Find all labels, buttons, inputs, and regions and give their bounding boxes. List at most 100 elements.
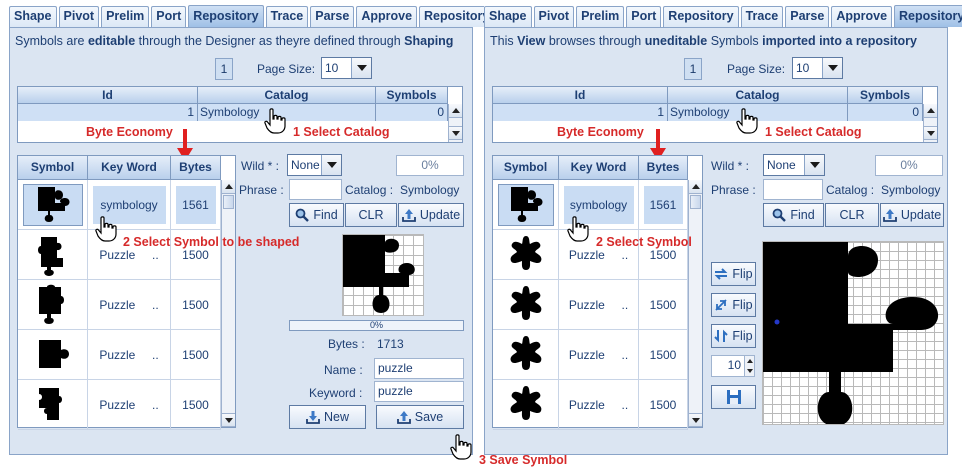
table-row[interactable]: Puzzle .. 1500: [493, 330, 688, 380]
annotation-select-symbol: 2 Select Symbol: [596, 235, 692, 249]
scroll-down-icon[interactable]: [449, 126, 462, 140]
spinner-down-icon[interactable]: [745, 366, 754, 376]
table-row[interactable]: Puzzle .. 1500: [493, 280, 688, 330]
scroll-thumb[interactable]: [223, 195, 234, 209]
col-keyword[interactable]: Key Word: [88, 156, 171, 179]
symbol-scrollbar[interactable]: [688, 180, 702, 427]
table-row[interactable]: 1 Symbology 0: [493, 104, 923, 121]
bytes-text: 1500: [649, 347, 677, 362]
scroll-thumb[interactable]: [690, 195, 701, 209]
save-disk-button[interactable]: [711, 385, 756, 409]
scroll-up-icon[interactable]: [222, 180, 235, 194]
tab-pivot[interactable]: Pivot: [58, 6, 100, 27]
col-id[interactable]: Id: [493, 87, 668, 103]
flip-label: Flip: [732, 329, 753, 343]
spinner-up-icon[interactable]: [745, 356, 754, 366]
new-button[interactable]: New: [289, 405, 366, 429]
table-row[interactable]: Puzzle .. 1500: [493, 380, 688, 430]
catalog-scrollbar[interactable]: [448, 104, 462, 142]
wild-select[interactable]: None: [763, 154, 825, 176]
update-button[interactable]: Update: [880, 203, 944, 227]
col-bytes[interactable]: Bytes: [171, 156, 221, 179]
table-row[interactable]: Puzzle .. 1500: [18, 280, 221, 330]
tab-port[interactable]: Port: [151, 6, 187, 27]
flip-horizontal-button[interactable]: Flip: [711, 262, 756, 286]
tab-approve[interactable]: Approve: [831, 6, 893, 27]
scroll-down-icon[interactable]: [924, 126, 937, 140]
bytes-text: 1500: [649, 297, 677, 312]
phrase-input[interactable]: [289, 179, 342, 200]
spinner-arrows[interactable]: [744, 355, 755, 377]
clr-button[interactable]: CLR: [345, 203, 397, 227]
table-row[interactable]: symbology 1561: [18, 180, 221, 230]
symbol-editor-grid[interactable]: [762, 241, 944, 425]
find-button[interactable]: Find: [289, 203, 344, 227]
tab-bar: Shape Pivot Prelim Port Repository Trace…: [484, 5, 962, 27]
catalog-scrollbar[interactable]: [923, 104, 937, 142]
tab-trace[interactable]: Trace: [265, 6, 309, 27]
scale-spinner[interactable]: 10: [711, 355, 745, 377]
desc-text: Symbols are: [15, 34, 88, 48]
tab-shape[interactable]: Shape: [9, 6, 57, 27]
keyword-input[interactable]: puzzle: [374, 381, 464, 402]
tab-port[interactable]: Port: [626, 6, 662, 27]
upload-icon: [401, 209, 416, 222]
wild-select[interactable]: None: [287, 154, 342, 176]
col-keyword[interactable]: Key Word: [559, 156, 639, 179]
tab-repository[interactable]: Repository: [188, 5, 264, 27]
chevron-down-icon[interactable]: [321, 155, 341, 175]
scroll-up-icon[interactable]: [924, 104, 937, 118]
chevron-down-icon[interactable]: [822, 58, 842, 78]
col-symbols[interactable]: Symbols: [376, 87, 448, 103]
scroll-up-icon[interactable]: [689, 180, 702, 194]
cell-keyword: Puzzle ..: [559, 330, 639, 379]
desc-text: Symbols: [707, 34, 763, 48]
page-number[interactable]: 1: [215, 58, 233, 80]
chevron-down-icon[interactable]: [351, 58, 371, 78]
wild-percent: 0%: [875, 155, 943, 176]
col-id[interactable]: Id: [18, 87, 198, 103]
table-row[interactable]: Puzzle .. 1500: [18, 380, 221, 430]
tab-approve[interactable]: Approve: [356, 6, 418, 27]
chevron-down-icon[interactable]: [804, 155, 824, 175]
tab-trace[interactable]: Trace: [740, 6, 784, 27]
col-symbols[interactable]: Symbols: [848, 87, 923, 103]
table-row[interactable]: Puzzle .. 1500: [18, 330, 221, 380]
page-number[interactable]: 1: [684, 58, 702, 80]
update-button[interactable]: Update: [398, 203, 464, 227]
flip-diagonal-button[interactable]: Flip: [711, 293, 756, 317]
bytes-text: 1500: [182, 397, 209, 412]
tab-prelim[interactable]: Prelim: [101, 6, 150, 27]
symbol-scrollbar[interactable]: [221, 180, 235, 427]
table-row[interactable]: 1 Symbology 0: [18, 104, 448, 121]
tab-pivot[interactable]: Pivot: [533, 6, 575, 27]
page-size-select[interactable]: 10: [792, 57, 843, 79]
name-input[interactable]: puzzle: [374, 358, 464, 379]
scroll-down-icon[interactable]: [689, 413, 702, 427]
catalog-value: Symbology: [400, 183, 460, 197]
table-row[interactable]: symbology 1561: [493, 180, 688, 230]
col-symbol[interactable]: Symbol: [18, 156, 88, 179]
annotation-save-symbol: 3 Save Symbol: [479, 453, 568, 467]
tab-repository[interactable]: Repository: [663, 6, 739, 27]
puzzle-piece-icon: [38, 387, 62, 420]
flip-vertical-button[interactable]: Flip: [711, 324, 756, 348]
wild-label: Wild * :: [241, 159, 280, 173]
col-symbol[interactable]: Symbol: [493, 156, 559, 179]
find-button[interactable]: Find: [763, 203, 824, 227]
tab-parse[interactable]: Parse: [310, 6, 355, 27]
tab-repository-2[interactable]: Repository: [894, 5, 962, 27]
tab-parse[interactable]: Parse: [785, 6, 830, 27]
scroll-down-icon[interactable]: [222, 413, 235, 427]
tab-shape[interactable]: Shape: [484, 6, 532, 27]
tab-prelim[interactable]: Prelim: [576, 6, 625, 27]
scroll-up-icon[interactable]: [449, 104, 462, 118]
phrase-input[interactable]: [763, 179, 823, 200]
page-size-select[interactable]: 10: [321, 57, 372, 79]
col-catalog[interactable]: Catalog: [668, 87, 848, 103]
save-button[interactable]: Save: [376, 405, 464, 429]
bytes-text: 1500: [649, 247, 677, 262]
col-catalog[interactable]: Catalog: [198, 87, 376, 103]
col-bytes[interactable]: Bytes: [639, 156, 688, 179]
clr-button[interactable]: CLR: [825, 203, 879, 227]
